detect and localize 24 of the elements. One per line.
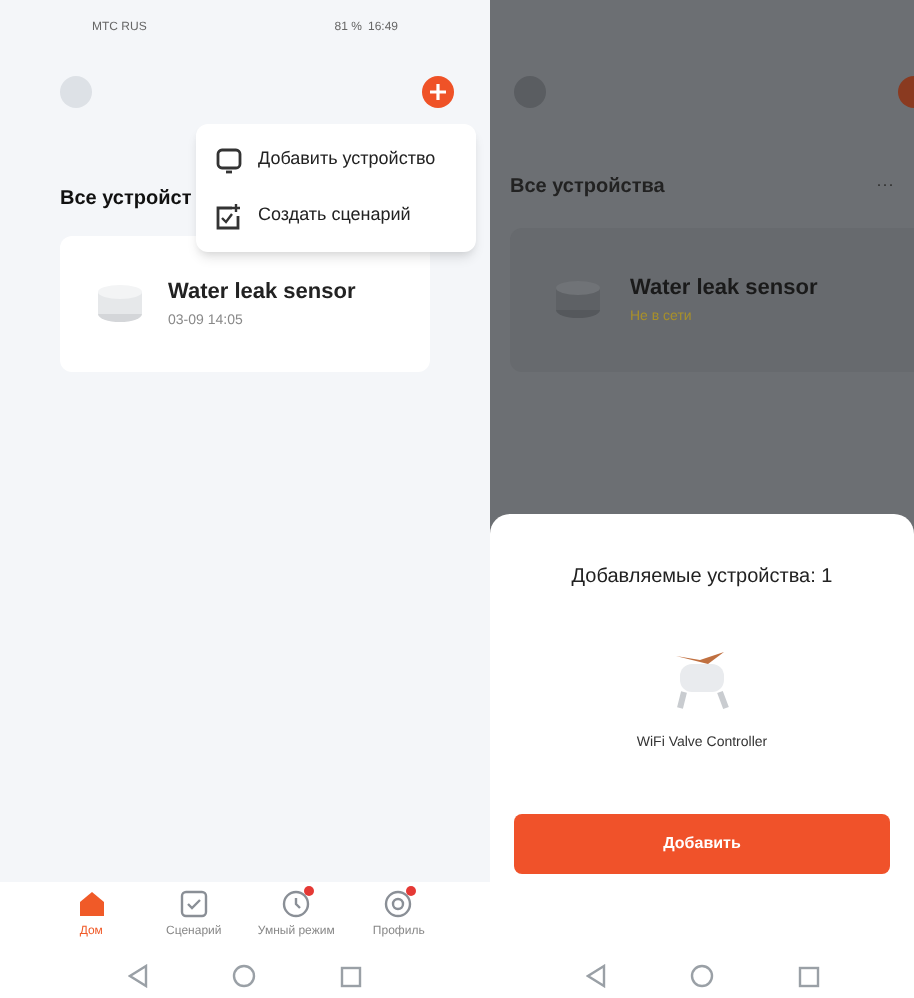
add-icon[interactable] bbox=[894, 76, 914, 108]
add-icon[interactable] bbox=[422, 76, 454, 108]
section-heading: Все устройст bbox=[60, 188, 192, 210]
recents-icon[interactable] bbox=[340, 965, 362, 987]
device-name: Water leak sensor bbox=[630, 273, 818, 303]
back-icon[interactable] bbox=[128, 964, 148, 988]
edit-plus-icon bbox=[216, 203, 242, 229]
checkbox-icon bbox=[179, 890, 208, 918]
sensor-icon bbox=[96, 284, 144, 324]
home-icon[interactable] bbox=[689, 964, 713, 988]
section-heading: Все устройства bbox=[510, 173, 665, 201]
house-icon bbox=[77, 890, 106, 918]
sensor-icon bbox=[554, 280, 602, 320]
sheet-title: Добавляемые устройства: 1 bbox=[571, 564, 833, 592]
device-name: Water leak sensor bbox=[168, 277, 356, 307]
profile-icon bbox=[384, 890, 413, 918]
recents-icon[interactable] bbox=[797, 965, 819, 987]
add-button[interactable]: Добавить bbox=[514, 814, 890, 874]
more-button[interactable]: ··· bbox=[876, 172, 894, 200]
menu-item[interactable]: Добавить устройство bbox=[196, 132, 476, 188]
screen-icon bbox=[216, 147, 242, 173]
back-icon[interactable] bbox=[585, 964, 605, 988]
home-icon[interactable] bbox=[232, 964, 256, 988]
clock-icon bbox=[282, 890, 311, 918]
